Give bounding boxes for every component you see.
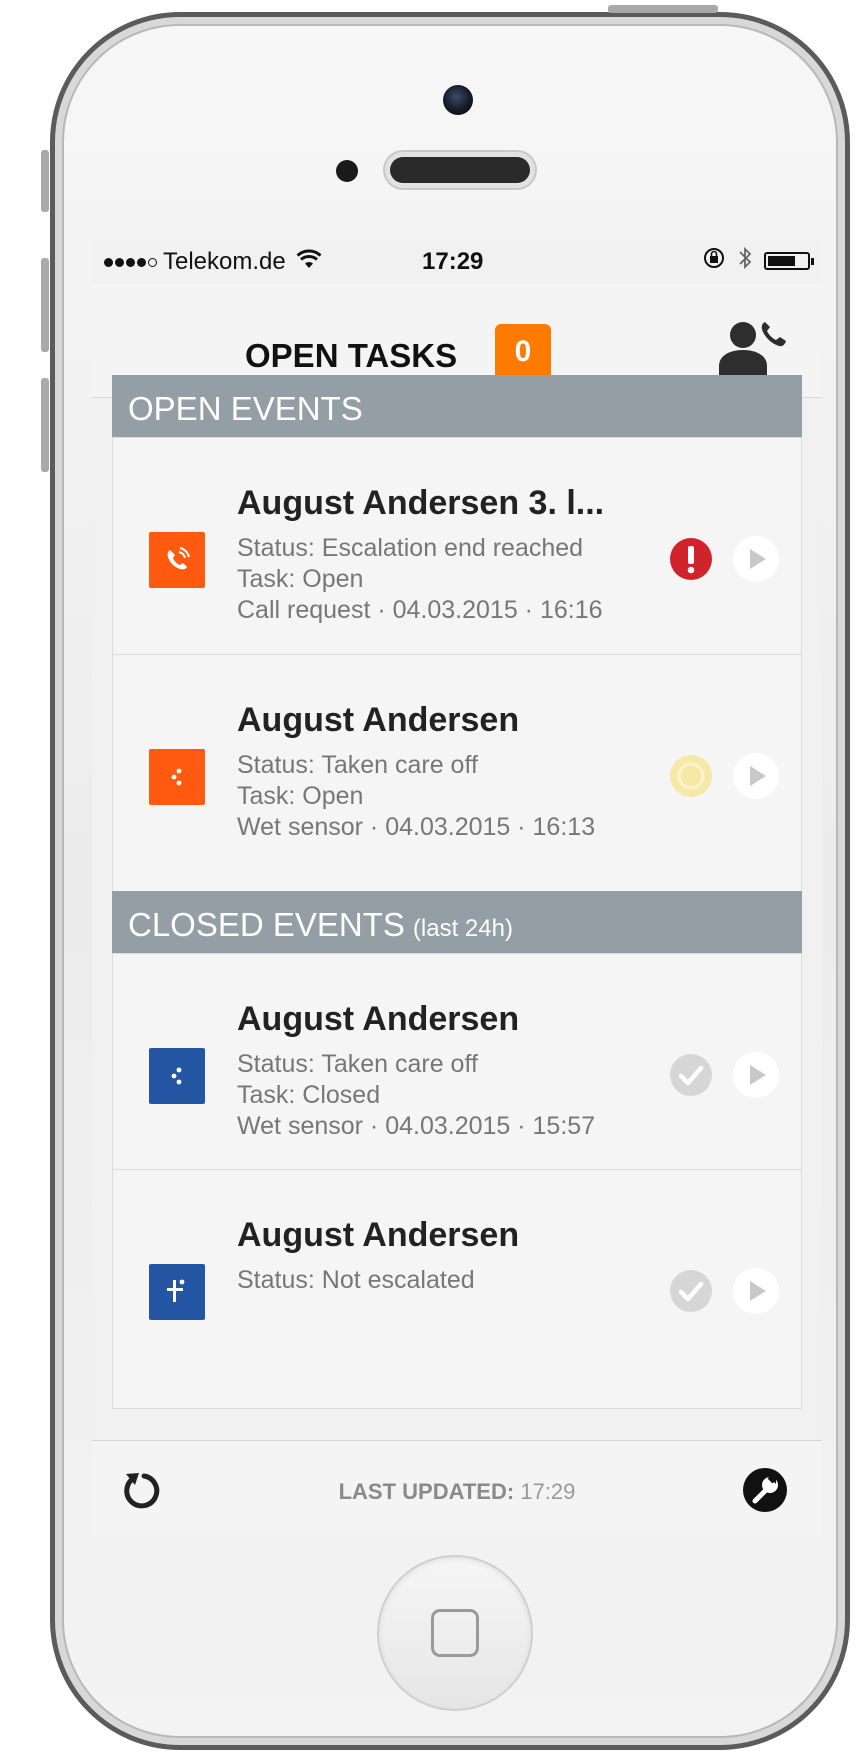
signal-strength-icon [104, 257, 157, 267]
contact-call-icon[interactable] [717, 318, 787, 382]
open-events-header: OPEN EVENTS [112, 375, 802, 442]
pending-icon [668, 753, 714, 799]
proximity-sensor [336, 160, 358, 182]
event-task: Task: Closed [237, 1081, 381, 1109]
app-screen: Telekom.de 17:29 OPEN TASKS 0 OPEN EVENT… [92, 240, 822, 1536]
settings-wrench-icon[interactable] [742, 1467, 788, 1513]
open-tasks-count-badge: 0 [495, 324, 551, 380]
clock: 17:29 [422, 248, 484, 275]
event-name: August Andersen [237, 701, 520, 739]
event-status: Status: Escalation end reached [237, 534, 584, 562]
page-title: OPEN TASKS [245, 337, 458, 374]
status-bar: Telekom.de 17:29 [92, 240, 822, 284]
wet-sensor-icon [149, 1048, 205, 1104]
event-meta: Wet sensor · 04.03.2015 · 16:13 [237, 813, 596, 841]
mute-switch [41, 150, 49, 212]
closed-events-header: CLOSED EVENTS (last 24h) [112, 891, 802, 958]
section-title: OPEN EVENTS [128, 390, 363, 427]
power-button [608, 5, 718, 13]
front-camera [443, 85, 473, 115]
volume-down-button [41, 378, 49, 472]
rotation-lock-icon [702, 246, 726, 276]
section-subtitle: (last 24h) [412, 915, 513, 942]
last-updated-time: 17:29 [520, 1479, 576, 1504]
bluetooth-icon [738, 246, 752, 276]
wet-sensor-icon [149, 749, 205, 805]
section-title: CLOSED EVENTS [128, 906, 405, 943]
event-meta: Call request · 04.03.2015 · 16:16 [237, 596, 603, 624]
check-icon [668, 1052, 714, 1098]
wifi-icon [296, 249, 322, 275]
event-card[interactable]: August Andersen Status: Not escalated [112, 1169, 802, 1409]
event-status: Status: Taken care off [237, 1050, 478, 1078]
carrier-name: Telekom.de [163, 248, 286, 275]
play-icon[interactable] [733, 1268, 779, 1314]
home-button[interactable] [377, 1555, 533, 1711]
event-name: August Andersen [237, 1216, 520, 1254]
play-icon[interactable] [733, 753, 779, 799]
event-meta: Wet sensor · 04.03.2015 · 15:57 [237, 1112, 596, 1140]
check-icon [668, 1268, 714, 1314]
event-task: Task: Open [237, 782, 364, 810]
play-icon[interactable] [733, 1052, 779, 1098]
volume-up-button [41, 258, 49, 352]
last-updated-label: LAST UPDATED: [338, 1479, 515, 1504]
sensor-icon [149, 1264, 205, 1320]
alert-icon [668, 536, 714, 582]
event-card[interactable]: August Andersen Status: Taken care off T… [112, 953, 802, 1193]
event-status: Status: Taken care off [237, 751, 478, 779]
event-task: Task: Open [237, 565, 364, 593]
event-name: August Andersen 3. l... [237, 484, 605, 522]
battery-icon [764, 252, 814, 270]
bottom-toolbar: LAST UPDATED: 17:29 [92, 1440, 822, 1536]
earpiece-speaker [390, 157, 530, 183]
event-status: Status: Not escalated [237, 1266, 475, 1294]
event-card[interactable]: August Andersen 3. l... Status: Escalati… [112, 437, 802, 677]
phone-icon [149, 532, 205, 588]
event-card[interactable]: August Andersen Status: Taken care off T… [112, 654, 802, 894]
last-updated: LAST UPDATED: 17:29 [92, 1479, 822, 1505]
play-icon[interactable] [733, 536, 779, 582]
event-name: August Andersen [237, 1000, 520, 1038]
